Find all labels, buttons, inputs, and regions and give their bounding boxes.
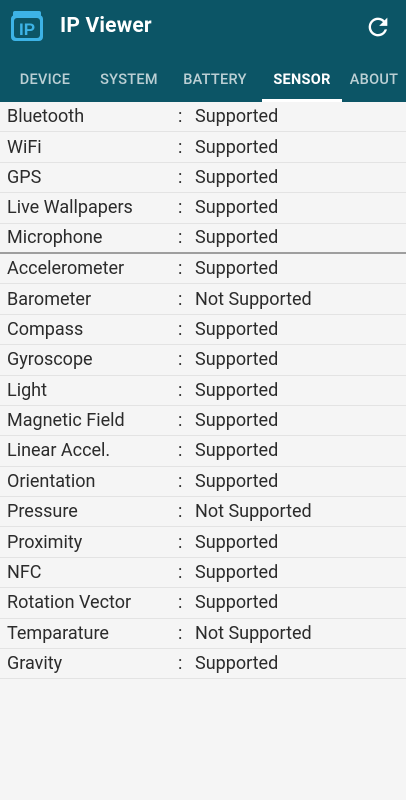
sensor-status: Supported (195, 562, 279, 584)
app-logo-text: IP (19, 20, 35, 39)
app-bar: IP IP Viewer DEVICE SYSTEM BATTERY SENSO… (0, 0, 406, 102)
separator: : (178, 653, 183, 675)
sensor-status: Supported (195, 592, 279, 614)
feature-status: Supported (195, 227, 279, 249)
feature-status: Supported (195, 197, 279, 219)
app-logo-icon: IP (11, 11, 43, 41)
tab-system[interactable]: SYSTEM (90, 56, 168, 102)
list-item: Gyroscope : Supported (0, 345, 406, 376)
tab-bar: DEVICE SYSTEM BATTERY SENSOR ABOUT (0, 56, 406, 102)
list-item: Pressure : Not Supported (0, 497, 406, 528)
list-item: Temparature : Not Supported (0, 619, 406, 650)
separator: : (178, 440, 183, 462)
list-item: GPS : Supported (0, 163, 406, 194)
sensor-name: Proximity (7, 531, 83, 553)
separator: : (178, 227, 183, 249)
feature-name: GPS (7, 166, 42, 188)
separator: : (178, 349, 183, 371)
list-item: Gravity : Supported (0, 649, 406, 680)
list-item: Orientation : Supported (0, 467, 406, 498)
sensor-status: Supported (195, 258, 279, 280)
tab-device[interactable]: DEVICE (0, 56, 90, 102)
sensor-name: Pressure (7, 501, 78, 523)
separator: : (178, 562, 183, 584)
toolbar: IP IP Viewer (0, 0, 406, 56)
tab-battery[interactable]: BATTERY (168, 56, 262, 102)
list-item: NFC : Supported (0, 558, 406, 589)
sensor-status: Supported (195, 470, 279, 492)
feature-name: WiFi (7, 136, 42, 158)
sensor-status: Not Supported (195, 622, 312, 644)
separator: : (178, 318, 183, 340)
sensor-status: Not Supported (195, 501, 312, 523)
list-item: Compass : Supported (0, 315, 406, 346)
list-item: Bluetooth : Supported (0, 102, 406, 133)
list-item: Accelerometer : Supported (0, 254, 406, 285)
sensor-name: Magnetic Field (7, 410, 125, 432)
tab-sensor[interactable]: SENSOR (262, 56, 342, 102)
sensor-name: Gyroscope (7, 349, 93, 371)
refresh-icon[interactable] (364, 13, 392, 41)
separator: : (178, 288, 183, 310)
sensor-status: Supported (195, 318, 279, 340)
sensor-name: Light (7, 379, 47, 401)
feature-name: Microphone (7, 227, 103, 249)
list-item: Proximity : Supported (0, 527, 406, 558)
list-item: Rotation Vector : Supported (0, 588, 406, 619)
separator: : (178, 136, 183, 158)
separator: : (178, 501, 183, 523)
separator: : (178, 592, 183, 614)
list-item: Live Wallpapers : Supported (0, 193, 406, 224)
sensor-name: Linear Accel. (7, 440, 111, 462)
separator: : (178, 106, 183, 128)
sensor-name: NFC (7, 562, 42, 584)
sensor-list: Bluetooth : Supported WiFi : Supported G… (0, 102, 406, 680)
sensor-status: Supported (195, 531, 279, 553)
list-item: Linear Accel. : Supported (0, 436, 406, 467)
sensor-name: Barometer (7, 288, 92, 310)
sensor-name: Rotation Vector (7, 592, 132, 614)
sensor-status: Supported (195, 653, 279, 675)
list-item: Barometer : Not Supported (0, 284, 406, 315)
feature-status: Supported (195, 106, 279, 128)
tab-about[interactable]: ABOUT (342, 56, 406, 102)
sensor-status: Not Supported (195, 288, 312, 310)
sensor-status: Supported (195, 379, 279, 401)
separator: : (178, 258, 183, 280)
feature-status: Supported (195, 136, 279, 158)
feature-name: Bluetooth (7, 106, 85, 128)
app-title: IP Viewer (60, 14, 152, 38)
list-item: WiFi : Supported (0, 132, 406, 163)
sensor-name: Accelerometer (7, 258, 125, 280)
sensor-status: Supported (195, 410, 279, 432)
list-item: Light : Supported (0, 376, 406, 406)
separator: : (178, 622, 183, 644)
separator: : (178, 410, 183, 432)
list-item: Microphone : Supported (0, 224, 406, 254)
feature-name: Live Wallpapers (7, 197, 133, 219)
sensor-name: Compass (7, 318, 84, 340)
separator: : (178, 379, 183, 401)
separator: : (178, 197, 183, 219)
separator: : (178, 531, 183, 553)
list-item: Magnetic Field : Supported (0, 406, 406, 437)
separator: : (178, 166, 183, 188)
sensor-name: Temparature (7, 622, 109, 644)
sensor-status: Supported (195, 440, 279, 462)
sensor-name: Orientation (7, 470, 96, 492)
separator: : (178, 470, 183, 492)
sensor-status: Supported (195, 349, 279, 371)
sensor-name: Gravity (7, 653, 63, 675)
feature-status: Supported (195, 166, 279, 188)
